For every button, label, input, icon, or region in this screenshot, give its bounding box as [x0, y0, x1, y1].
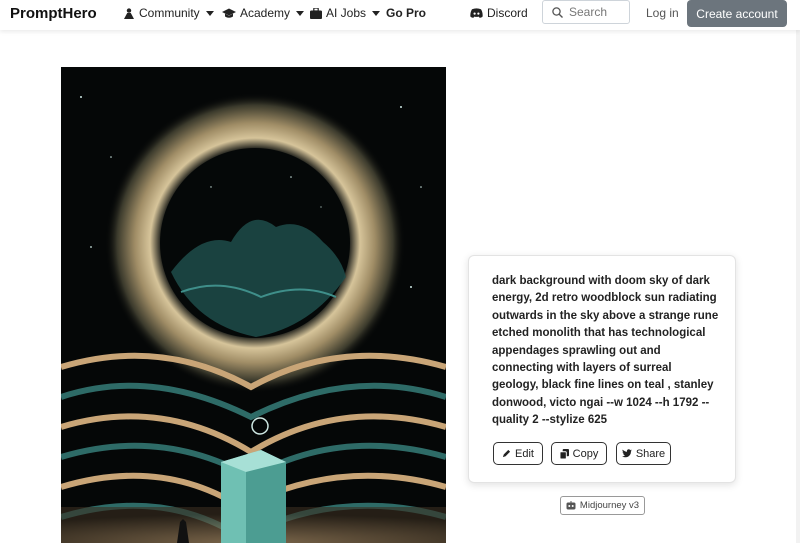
- nav-community[interactable]: Community: [123, 6, 214, 20]
- pencil-icon: [502, 449, 511, 458]
- nav-discord-label: Discord: [487, 6, 528, 20]
- edit-label: Edit: [515, 447, 534, 460]
- edit-button[interactable]: Edit: [493, 442, 543, 465]
- graduation-cap-icon: [222, 8, 236, 18]
- brand-logo[interactable]: PromptHero: [10, 5, 97, 22]
- prompt-card: dark background with doom sky of dark en…: [468, 255, 736, 483]
- nav-go-pro[interactable]: Go Pro: [386, 6, 426, 20]
- nav-go-pro-label: Go Pro: [386, 6, 427, 20]
- chevron-down-icon: [372, 10, 381, 16]
- scrollbar[interactable]: [796, 30, 800, 543]
- chevron-down-icon: [205, 10, 214, 16]
- search-placeholder: Search: [569, 5, 608, 19]
- twitter-icon: [621, 449, 632, 458]
- search-input[interactable]: Search: [542, 0, 630, 24]
- nav-ai-jobs[interactable]: AI Jobs: [310, 6, 381, 20]
- nav-academy-label: Academy: [240, 6, 291, 20]
- nav-community-label: Community: [139, 6, 200, 20]
- top-navbar: PromptHero Community Academy AI Jobs Go …: [0, 0, 800, 30]
- discord-icon: [470, 8, 483, 18]
- community-icon: [124, 7, 134, 19]
- nav-discord[interactable]: Discord: [470, 6, 528, 20]
- share-label: Share: [635, 447, 666, 460]
- generated-artwork-image[interactable]: [61, 67, 446, 543]
- share-button[interactable]: Share: [616, 442, 671, 465]
- login-link[interactable]: Log in: [646, 6, 679, 20]
- nav-academy[interactable]: Academy: [222, 6, 305, 20]
- robot-icon: [566, 501, 576, 510]
- search-icon: [552, 6, 563, 18]
- prompt-text: dark background with doom sky of dark en…: [492, 275, 719, 427]
- copy-icon: [559, 448, 569, 459]
- chevron-down-icon: [296, 10, 305, 16]
- copy-button[interactable]: Copy: [551, 442, 607, 465]
- briefcase-icon: [310, 7, 322, 19]
- model-badge[interactable]: Midjourney v3: [560, 496, 645, 515]
- model-badge-label: Midjourney v3: [579, 500, 640, 511]
- nav-ai-jobs-label: AI Jobs: [326, 6, 367, 20]
- create-account-button[interactable]: Create account: [687, 0, 787, 27]
- copy-label: Copy: [572, 447, 599, 460]
